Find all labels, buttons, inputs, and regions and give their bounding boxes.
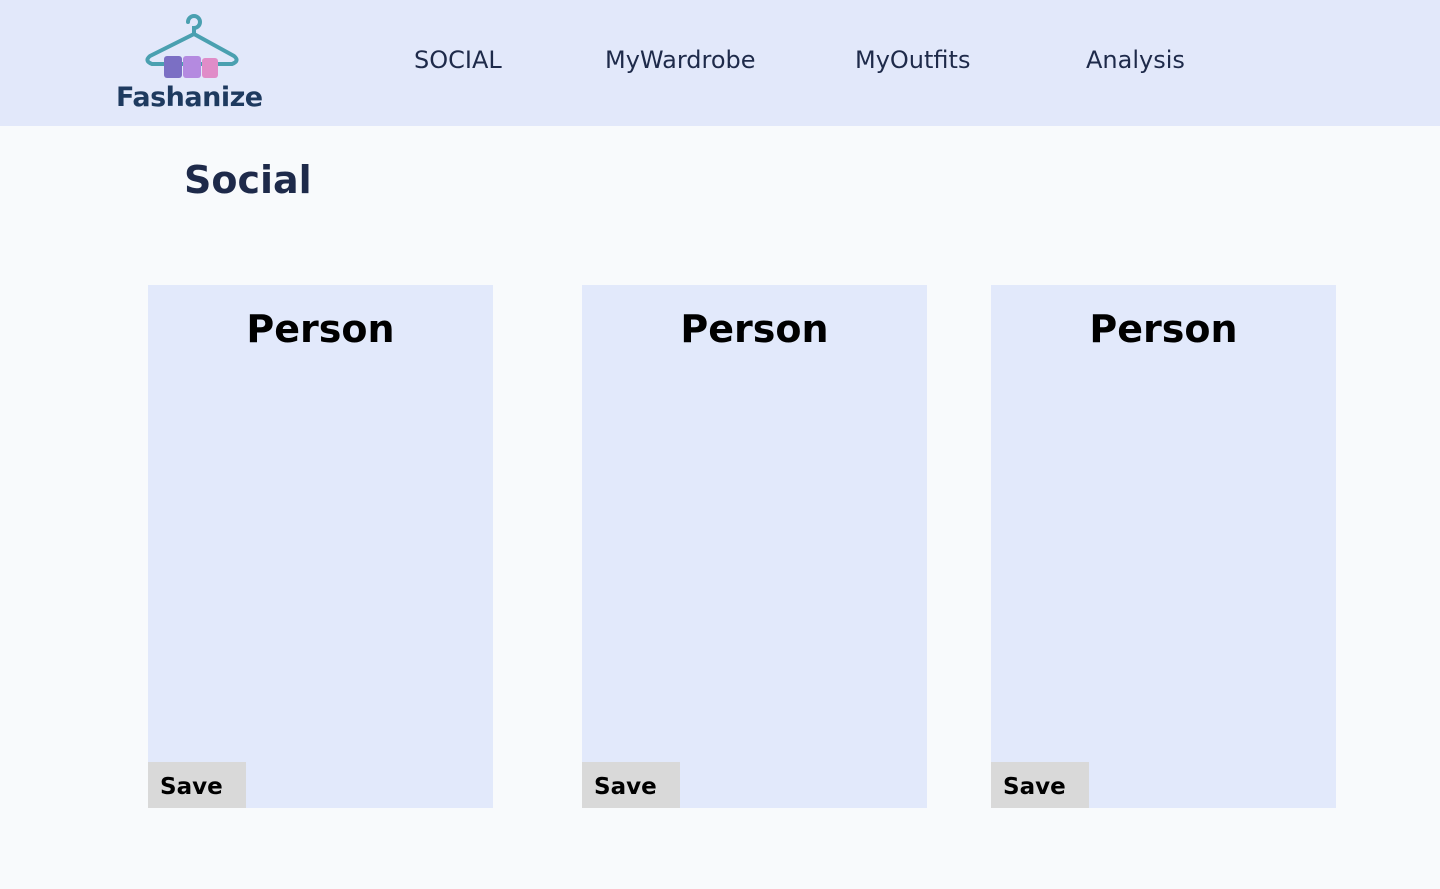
- save-button[interactable]: Save: [991, 762, 1089, 808]
- nav-myoutfits[interactable]: MyOutfits: [855, 46, 970, 74]
- logo-text: Fashanize: [116, 82, 263, 113]
- person-card: Person Save: [991, 285, 1336, 808]
- person-card-title: Person: [246, 307, 395, 351]
- person-card-title: Person: [680, 307, 829, 351]
- nav-analysis[interactable]: Analysis: [1086, 46, 1185, 74]
- hanger-icon: [145, 14, 239, 78]
- page-title: Social: [184, 158, 312, 202]
- nav-mywardrobe[interactable]: MyWardrobe: [605, 46, 756, 74]
- fashanize-logo[interactable]: Fashanize: [112, 6, 272, 116]
- person-card: Person Save: [148, 285, 493, 808]
- save-button[interactable]: Save: [582, 762, 680, 808]
- person-card-title: Person: [1089, 307, 1238, 351]
- save-button[interactable]: Save: [148, 762, 246, 808]
- person-card: Person Save: [582, 285, 927, 808]
- nav-social[interactable]: SOCIAL: [414, 46, 502, 74]
- top-nav-bar: Fashanize SOCIAL MyWardrobe MyOutfits An…: [0, 0, 1440, 126]
